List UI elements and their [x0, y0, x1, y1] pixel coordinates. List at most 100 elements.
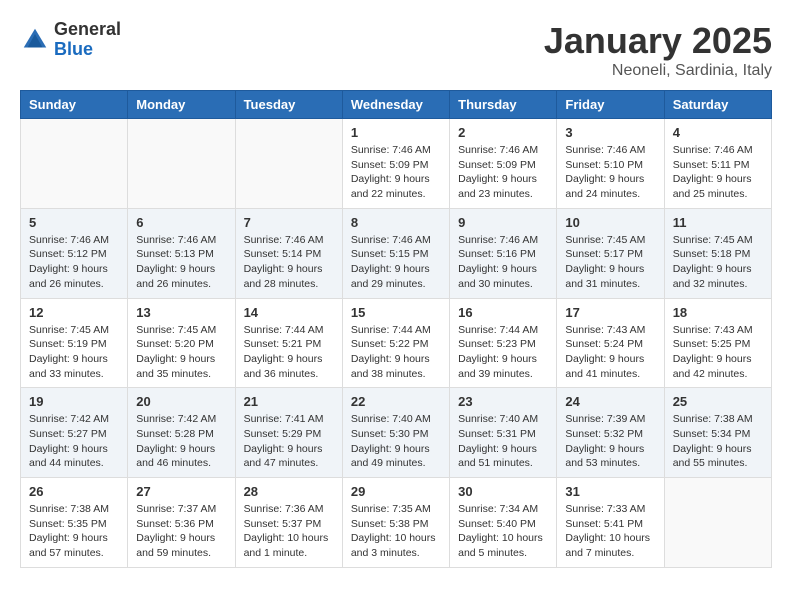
day-number: 31: [565, 484, 655, 499]
logo-blue-text: Blue: [54, 40, 121, 60]
calendar-cell: 1Sunrise: 7:46 AM Sunset: 5:09 PM Daylig…: [342, 119, 449, 209]
day-info: Sunrise: 7:44 AM Sunset: 5:23 PM Dayligh…: [458, 323, 548, 382]
day-number: 8: [351, 215, 441, 230]
calendar-week-1: 1 Sunrise: 7:46 AM Sunset: 5:09 PM Daylig…: [21, 119, 772, 209]
calendar-week-4: 19 Sunrise: 7:42 AM Sunset: 5:27 PM Dayli…: [21, 388, 772, 478]
calendar-cell: 19 Sunrise: 7:42 AM Sunset: 5:27 PM Dayli…: [21, 388, 128, 478]
col-monday: Monday: [128, 91, 235, 119]
calendar-cell: 7 Sunrise: 7:46 AM Sunset: 5:14 PM Daylig…: [235, 208, 342, 298]
day-info: Sunrise: 7:42 AM Sunset: 5:27 PM Dayligh…: [29, 412, 119, 471]
day-number: 29: [351, 484, 441, 499]
day-number: 12: [29, 305, 119, 320]
day-number: 24: [565, 394, 655, 409]
day-number: 10: [565, 215, 655, 230]
day-info: Sunrise: 7:38 AM Sunset: 5:35 PM Dayligh…: [29, 502, 119, 561]
day-info: Sunrise: 7:45 AM Sunset: 5:17 PM Dayligh…: [565, 233, 655, 292]
day-number: 9: [458, 215, 548, 230]
calendar-cell: 22Sunrise: 7:40 AM Sunset: 5:30 PM Dayli…: [342, 388, 449, 478]
day-info: Sunrise: 7:43 AM Sunset: 5:24 PM Dayligh…: [565, 323, 655, 382]
calendar-cell: 6 Sunrise: 7:46 AM Sunset: 5:13 PM Daylig…: [128, 208, 235, 298]
calendar-cell: 25 Sunrise: 7:38 AM Sunset: 5:34 PM Dayli…: [664, 388, 771, 478]
day-info: Sunrise: 7:46 AM Sunset: 5:11 PM Dayligh…: [673, 143, 763, 202]
day-number: 20: [136, 394, 226, 409]
col-thursday: Thursday: [450, 91, 557, 119]
day-info: Sunrise: 7:46 AM Sunset: 5:09 PM Dayligh…: [458, 143, 548, 202]
day-info: Sunrise: 7:42 AM Sunset: 5:28 PM Dayligh…: [136, 412, 226, 471]
calendar-cell: 18Sunrise: 7:43 AM Sunset: 5:25 PM Dayli…: [664, 298, 771, 388]
day-number: 5: [29, 215, 119, 230]
day-info: Sunrise: 7:36 AM Sunset: 5:37 PM Dayligh…: [244, 502, 334, 561]
calendar-cell: 10 Sunrise: 7:45 AM Sunset: 5:17 PM Dayli…: [557, 208, 664, 298]
calendar-table: Sunday Monday Tuesday Wednesday Thursday…: [20, 90, 772, 568]
day-info: Sunrise: 7:46 AM Sunset: 5:12 PM Dayligh…: [29, 233, 119, 292]
calendar-cell: 15Sunrise: 7:44 AM Sunset: 5:22 PM Dayli…: [342, 298, 449, 388]
day-number: 17: [565, 305, 655, 320]
day-number: 19: [29, 394, 119, 409]
calendar-week-5: 26 Sunrise: 7:38 AM Sunset: 5:35 PM Dayli…: [21, 478, 772, 568]
calendar-week-3: 12 Sunrise: 7:45 AM Sunset: 5:19 PM Dayli…: [21, 298, 772, 388]
logo-general-text: General: [54, 20, 121, 40]
calendar-body: 1 Sunrise: 7:46 AM Sunset: 5:09 PM Daylig…: [21, 119, 772, 568]
calendar-cell: 17 Sunrise: 7:43 AM Sunset: 5:24 PM Dayli…: [557, 298, 664, 388]
day-info: Sunrise: 7:46 AM Sunset: 5:13 PM Dayligh…: [136, 233, 226, 292]
page-header: General Blue January 2025 Neoneli, Sardi…: [20, 20, 772, 80]
calendar-cell: 4 Sunrise: 7:46 AM Sunset: 5:11 PM Daylig…: [664, 119, 771, 209]
calendar-cell: 9 Sunrise: 7:46 AM Sunset: 5:16 PM Daylig…: [450, 208, 557, 298]
col-saturday: Saturday: [664, 91, 771, 119]
calendar-cell: 3Sunrise: 7:46 AM Sunset: 5:10 PM Daylig…: [557, 119, 664, 209]
day-number: 15: [351, 305, 441, 320]
day-info: Sunrise: 7:46 AM Sunset: 5:14 PM Dayligh…: [244, 233, 334, 292]
day-info: Sunrise: 7:46 AM Sunset: 5:10 PM Dayligh…: [565, 143, 655, 202]
day-number: 6: [136, 215, 226, 230]
calendar-cell: 12 Sunrise: 7:45 AM Sunset: 5:19 PM Dayli…: [21, 298, 128, 388]
col-wednesday: Wednesday: [342, 91, 449, 119]
day-info: Sunrise: 7:40 AM Sunset: 5:31 PM Dayligh…: [458, 412, 548, 471]
day-number: 30: [458, 484, 548, 499]
day-number: 26: [29, 484, 119, 499]
calendar-cell: 21 Sunrise: 7:41 AM Sunset: 5:29 PM Dayli…: [235, 388, 342, 478]
day-number: 4: [673, 125, 763, 140]
calendar-cell: 30 Sunrise: 7:34 AM Sunset: 5:40 PM Dayli…: [450, 478, 557, 568]
calendar-cell: 8 Sunrise: 7:46 AM Sunset: 5:15 PM Daylig…: [342, 208, 449, 298]
day-info: Sunrise: 7:41 AM Sunset: 5:29 PM Dayligh…: [244, 412, 334, 471]
day-number: 1: [351, 125, 441, 140]
col-friday: Friday: [557, 91, 664, 119]
day-info: Sunrise: 7:44 AM Sunset: 5:21 PM Dayligh…: [244, 323, 334, 382]
day-info: Sunrise: 7:33 AM Sunset: 5:41 PM Dayligh…: [565, 502, 655, 561]
calendar-cell: 23Sunrise: 7:40 AM Sunset: 5:31 PM Dayli…: [450, 388, 557, 478]
calendar-week-2: 5 Sunrise: 7:46 AM Sunset: 5:12 PM Daylig…: [21, 208, 772, 298]
logo-text: General Blue: [54, 20, 121, 60]
day-number: 13: [136, 305, 226, 320]
day-info: Sunrise: 7:38 AM Sunset: 5:34 PM Dayligh…: [673, 412, 763, 471]
day-number: 18: [673, 305, 763, 320]
location-subtitle: Neoneli, Sardinia, Italy: [544, 62, 772, 80]
calendar-cell: [235, 119, 342, 209]
calendar-cell: 24Sunrise: 7:39 AM Sunset: 5:32 PM Dayli…: [557, 388, 664, 478]
day-info: Sunrise: 7:45 AM Sunset: 5:18 PM Dayligh…: [673, 233, 763, 292]
calendar-cell: 14Sunrise: 7:44 AM Sunset: 5:21 PM Dayli…: [235, 298, 342, 388]
day-info: Sunrise: 7:35 AM Sunset: 5:38 PM Dayligh…: [351, 502, 441, 561]
title-section: January 2025 Neoneli, Sardinia, Italy: [544, 20, 772, 80]
calendar-cell: 28Sunrise: 7:36 AM Sunset: 5:37 PM Dayli…: [235, 478, 342, 568]
calendar-cell: [21, 119, 128, 209]
day-info: Sunrise: 7:45 AM Sunset: 5:19 PM Dayligh…: [29, 323, 119, 382]
day-info: Sunrise: 7:37 AM Sunset: 5:36 PM Dayligh…: [136, 502, 226, 561]
day-number: 21: [244, 394, 334, 409]
calendar-cell: 27 Sunrise: 7:37 AM Sunset: 5:36 PM Dayli…: [128, 478, 235, 568]
day-number: 16: [458, 305, 548, 320]
calendar-cell: [664, 478, 771, 568]
day-number: 25: [673, 394, 763, 409]
day-info: Sunrise: 7:34 AM Sunset: 5:40 PM Dayligh…: [458, 502, 548, 561]
day-info: Sunrise: 7:46 AM Sunset: 5:15 PM Dayligh…: [351, 233, 441, 292]
day-info: Sunrise: 7:40 AM Sunset: 5:30 PM Dayligh…: [351, 412, 441, 471]
day-number: 7: [244, 215, 334, 230]
calendar-cell: 2 Sunrise: 7:46 AM Sunset: 5:09 PM Daylig…: [450, 119, 557, 209]
logo: General Blue: [20, 20, 121, 60]
calendar-cell: 5 Sunrise: 7:46 AM Sunset: 5:12 PM Daylig…: [21, 208, 128, 298]
day-number: 11: [673, 215, 763, 230]
day-number: 27: [136, 484, 226, 499]
day-number: 2: [458, 125, 548, 140]
calendar-cell: 26 Sunrise: 7:38 AM Sunset: 5:35 PM Dayli…: [21, 478, 128, 568]
day-info: Sunrise: 7:46 AM Sunset: 5:16 PM Dayligh…: [458, 233, 548, 292]
day-info: Sunrise: 7:45 AM Sunset: 5:20 PM Dayligh…: [136, 323, 226, 382]
